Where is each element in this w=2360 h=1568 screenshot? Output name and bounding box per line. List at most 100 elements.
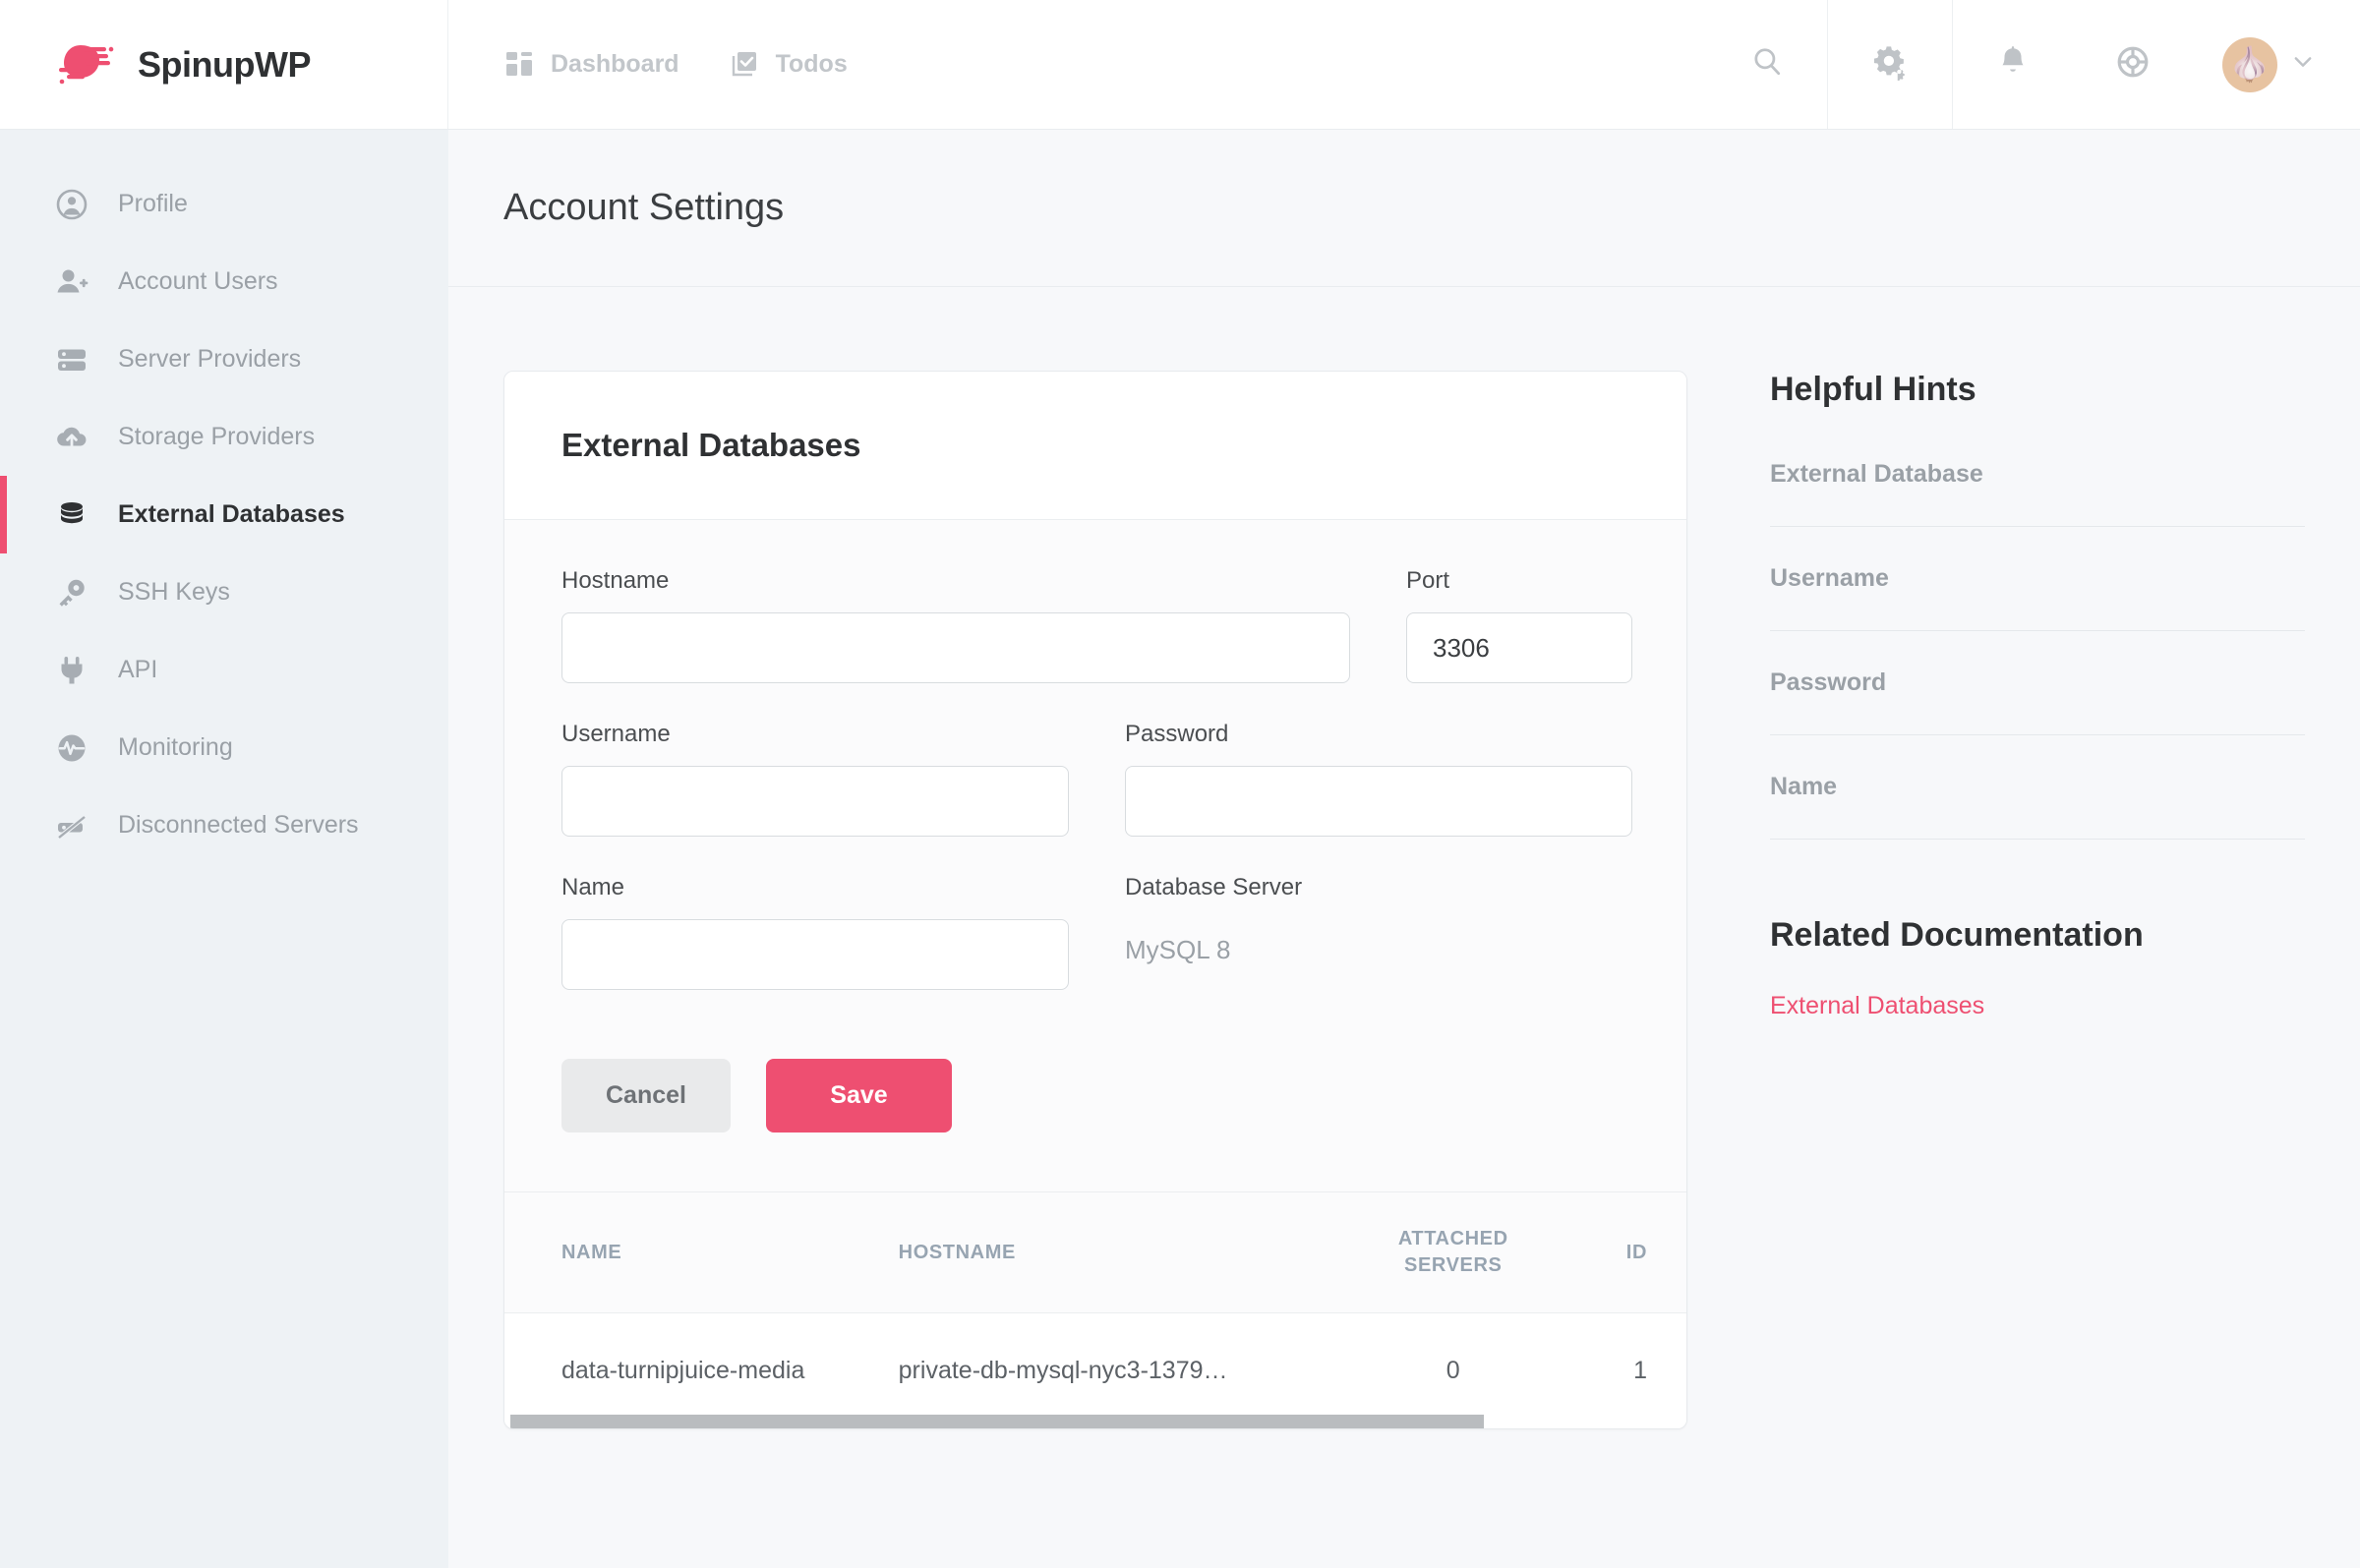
password-label: Password: [1125, 721, 1229, 747]
sidebar-item-storage-providers-label: Storage Providers: [118, 423, 316, 450]
hint-external-database: External Database: [1770, 460, 2305, 527]
username-label: Username: [561, 721, 671, 747]
external-databases-table-wrap: NAME HOSTNAME ATTACHED SERVERS ID data-t…: [504, 1191, 1686, 1428]
brand-name: SpinupWP: [138, 43, 311, 85]
body: Profile Account Users Server Providers S…: [0, 130, 2360, 1568]
hint-name: Name: [1770, 773, 2305, 840]
table-header-attached-servers[interactable]: ATTACHED SERVERS: [1344, 1192, 1563, 1313]
port-label: Port: [1406, 567, 1450, 594]
sidebar-item-account-users[interactable]: Account Users: [0, 243, 448, 320]
sidebar-item-monitoring[interactable]: Monitoring: [0, 709, 448, 786]
external-database-form: Hostname Port Username: [504, 520, 1686, 1191]
database-icon: [55, 498, 88, 532]
field-group-port: Port: [1406, 567, 1632, 683]
field-group-password: Password: [1125, 721, 1632, 837]
form-actions: Cancel Save: [561, 1059, 1629, 1132]
hint-password: Password: [1770, 668, 2305, 735]
field-group-database-server: Database Server MySQL 8: [1125, 874, 1632, 990]
sidebar-item-external-databases-label: External Databases: [118, 500, 345, 528]
topnav-item-dashboard-label: Dashboard: [551, 50, 679, 78]
field-group-hostname: Hostname: [561, 567, 1350, 683]
table-header-name[interactable]: NAME: [504, 1192, 899, 1313]
hint-term-name: Name: [1770, 773, 1838, 800]
top-right-actions: 🧄: [1707, 0, 2360, 129]
doc-link-external-databases[interactable]: External Databases: [1770, 992, 1984, 1020]
sidebar-item-external-databases[interactable]: External Databases: [0, 476, 448, 553]
search-button[interactable]: [1707, 0, 1827, 129]
sidebar-item-ssh-keys-label: SSH Keys: [118, 578, 230, 606]
sidebar-item-ssh-keys[interactable]: SSH Keys: [0, 553, 448, 631]
sidebar-item-monitoring-label: Monitoring: [118, 733, 233, 761]
chevron-down-icon: [2291, 50, 2315, 79]
primary-column: External Databases Hostname Port 3306 Us…: [503, 371, 1687, 1429]
database-server-value: MySQL 8: [1125, 935, 1231, 964]
field-group-username: Username: [561, 721, 1069, 837]
port-input[interactable]: [1406, 612, 1632, 683]
account-settings-sidebar: Profile Account Users Server Providers S…: [0, 130, 448, 1568]
table-row[interactable]: data-turnipjuice-media private-db-mysql-…: [504, 1313, 1686, 1429]
cell-name: data-turnipjuice-media: [561, 1357, 805, 1384]
cell-attached-servers: 0: [1446, 1357, 1460, 1384]
helpful-hints-rail: Helpful Hints External Database Username…: [1687, 371, 2360, 1429]
form-row-hostname-port: Hostname Port: [561, 567, 1632, 695]
checkbox-list-icon: [731, 50, 760, 80]
sidebar-item-api-label: API: [118, 656, 158, 683]
database-server-label: Database Server: [1125, 874, 1303, 900]
table-horizontal-scrollbar-thumb[interactable]: [510, 1415, 1484, 1428]
main-content: Account Settings External Databases Host…: [448, 130, 2360, 1568]
card-header: External Databases: [504, 372, 1686, 520]
field-group-name: Name: [561, 874, 1069, 990]
top-nav: Dashboard Todos: [448, 0, 1707, 129]
table-header-attached-servers-line2: SERVERS: [1404, 1254, 1503, 1276]
table-horizontal-scrollbar-track[interactable]: [504, 1415, 1686, 1428]
sidebar-item-server-providers-label: Server Providers: [118, 345, 302, 373]
sidebar-item-api[interactable]: API: [0, 631, 448, 709]
topnav-item-dashboard[interactable]: Dashboard: [505, 50, 679, 80]
cancel-button[interactable]: Cancel: [561, 1059, 731, 1132]
dashboard-grid-icon: [505, 50, 535, 80]
notifications-button[interactable]: [1952, 0, 2073, 129]
table-header-hostname[interactable]: HOSTNAME: [898, 1192, 1345, 1313]
page-title: Account Settings: [503, 187, 785, 228]
sidebar-item-disconnected-servers-label: Disconnected Servers: [118, 811, 359, 839]
server-icon: [55, 343, 88, 377]
name-input[interactable]: [561, 919, 1069, 990]
cell-hostname: private-db-mysql-nyc3-1379…: [898, 1357, 1228, 1384]
hostname-input[interactable]: [561, 612, 1350, 683]
save-button[interactable]: Save: [766, 1059, 952, 1132]
user-menu[interactable]: 🧄: [2193, 0, 2360, 129]
user-circle-icon: [55, 188, 88, 221]
sidebar-item-server-providers[interactable]: Server Providers: [0, 320, 448, 398]
sidebar-item-account-users-label: Account Users: [118, 267, 278, 295]
name-label: Name: [561, 874, 625, 900]
pulse-circle-icon: [55, 731, 88, 765]
table-head: NAME HOSTNAME ATTACHED SERVERS ID: [504, 1192, 1686, 1313]
hint-username: Username: [1770, 564, 2305, 631]
password-input[interactable]: [1125, 766, 1632, 837]
table-header-id[interactable]: ID: [1562, 1192, 1686, 1313]
sidebar-item-profile[interactable]: Profile: [0, 165, 448, 243]
cell-id: 1: [1633, 1357, 1647, 1384]
life-ring-icon: [2116, 45, 2150, 84]
plug-icon: [55, 654, 88, 687]
topnav-item-todos[interactable]: Todos: [731, 50, 848, 80]
brand-logo[interactable]: SpinupWP: [0, 0, 448, 129]
gears-icon: [1871, 43, 1909, 86]
page-header: Account Settings: [448, 130, 2360, 287]
sidebar-item-profile-label: Profile: [118, 190, 188, 217]
hostname-label: Hostname: [561, 567, 670, 594]
settings-button[interactable]: [1827, 0, 1952, 129]
sidebar-item-disconnected-servers[interactable]: Disconnected Servers: [0, 786, 448, 864]
unplugged-icon: [55, 809, 88, 842]
related-documentation-title: Related Documentation: [1770, 916, 2144, 954]
sidebar-item-storage-providers[interactable]: Storage Providers: [0, 398, 448, 476]
app-root: SpinupWP Dashboard Todos 🧄 Profile Accou…: [0, 0, 2360, 1568]
username-input[interactable]: [561, 766, 1069, 837]
topnav-item-todos-label: Todos: [775, 50, 848, 78]
hint-term-external-database: External Database: [1770, 460, 1983, 488]
help-button[interactable]: [2073, 0, 2193, 129]
form-row-name-dbserver: Name Database Server MySQL 8: [561, 874, 1629, 1002]
content-area: External Databases Hostname Port 3306 Us…: [448, 287, 2360, 1429]
hint-term-password: Password: [1770, 668, 1887, 696]
table-header-attached-servers-line1: ATTACHED: [1397, 1228, 1508, 1249]
